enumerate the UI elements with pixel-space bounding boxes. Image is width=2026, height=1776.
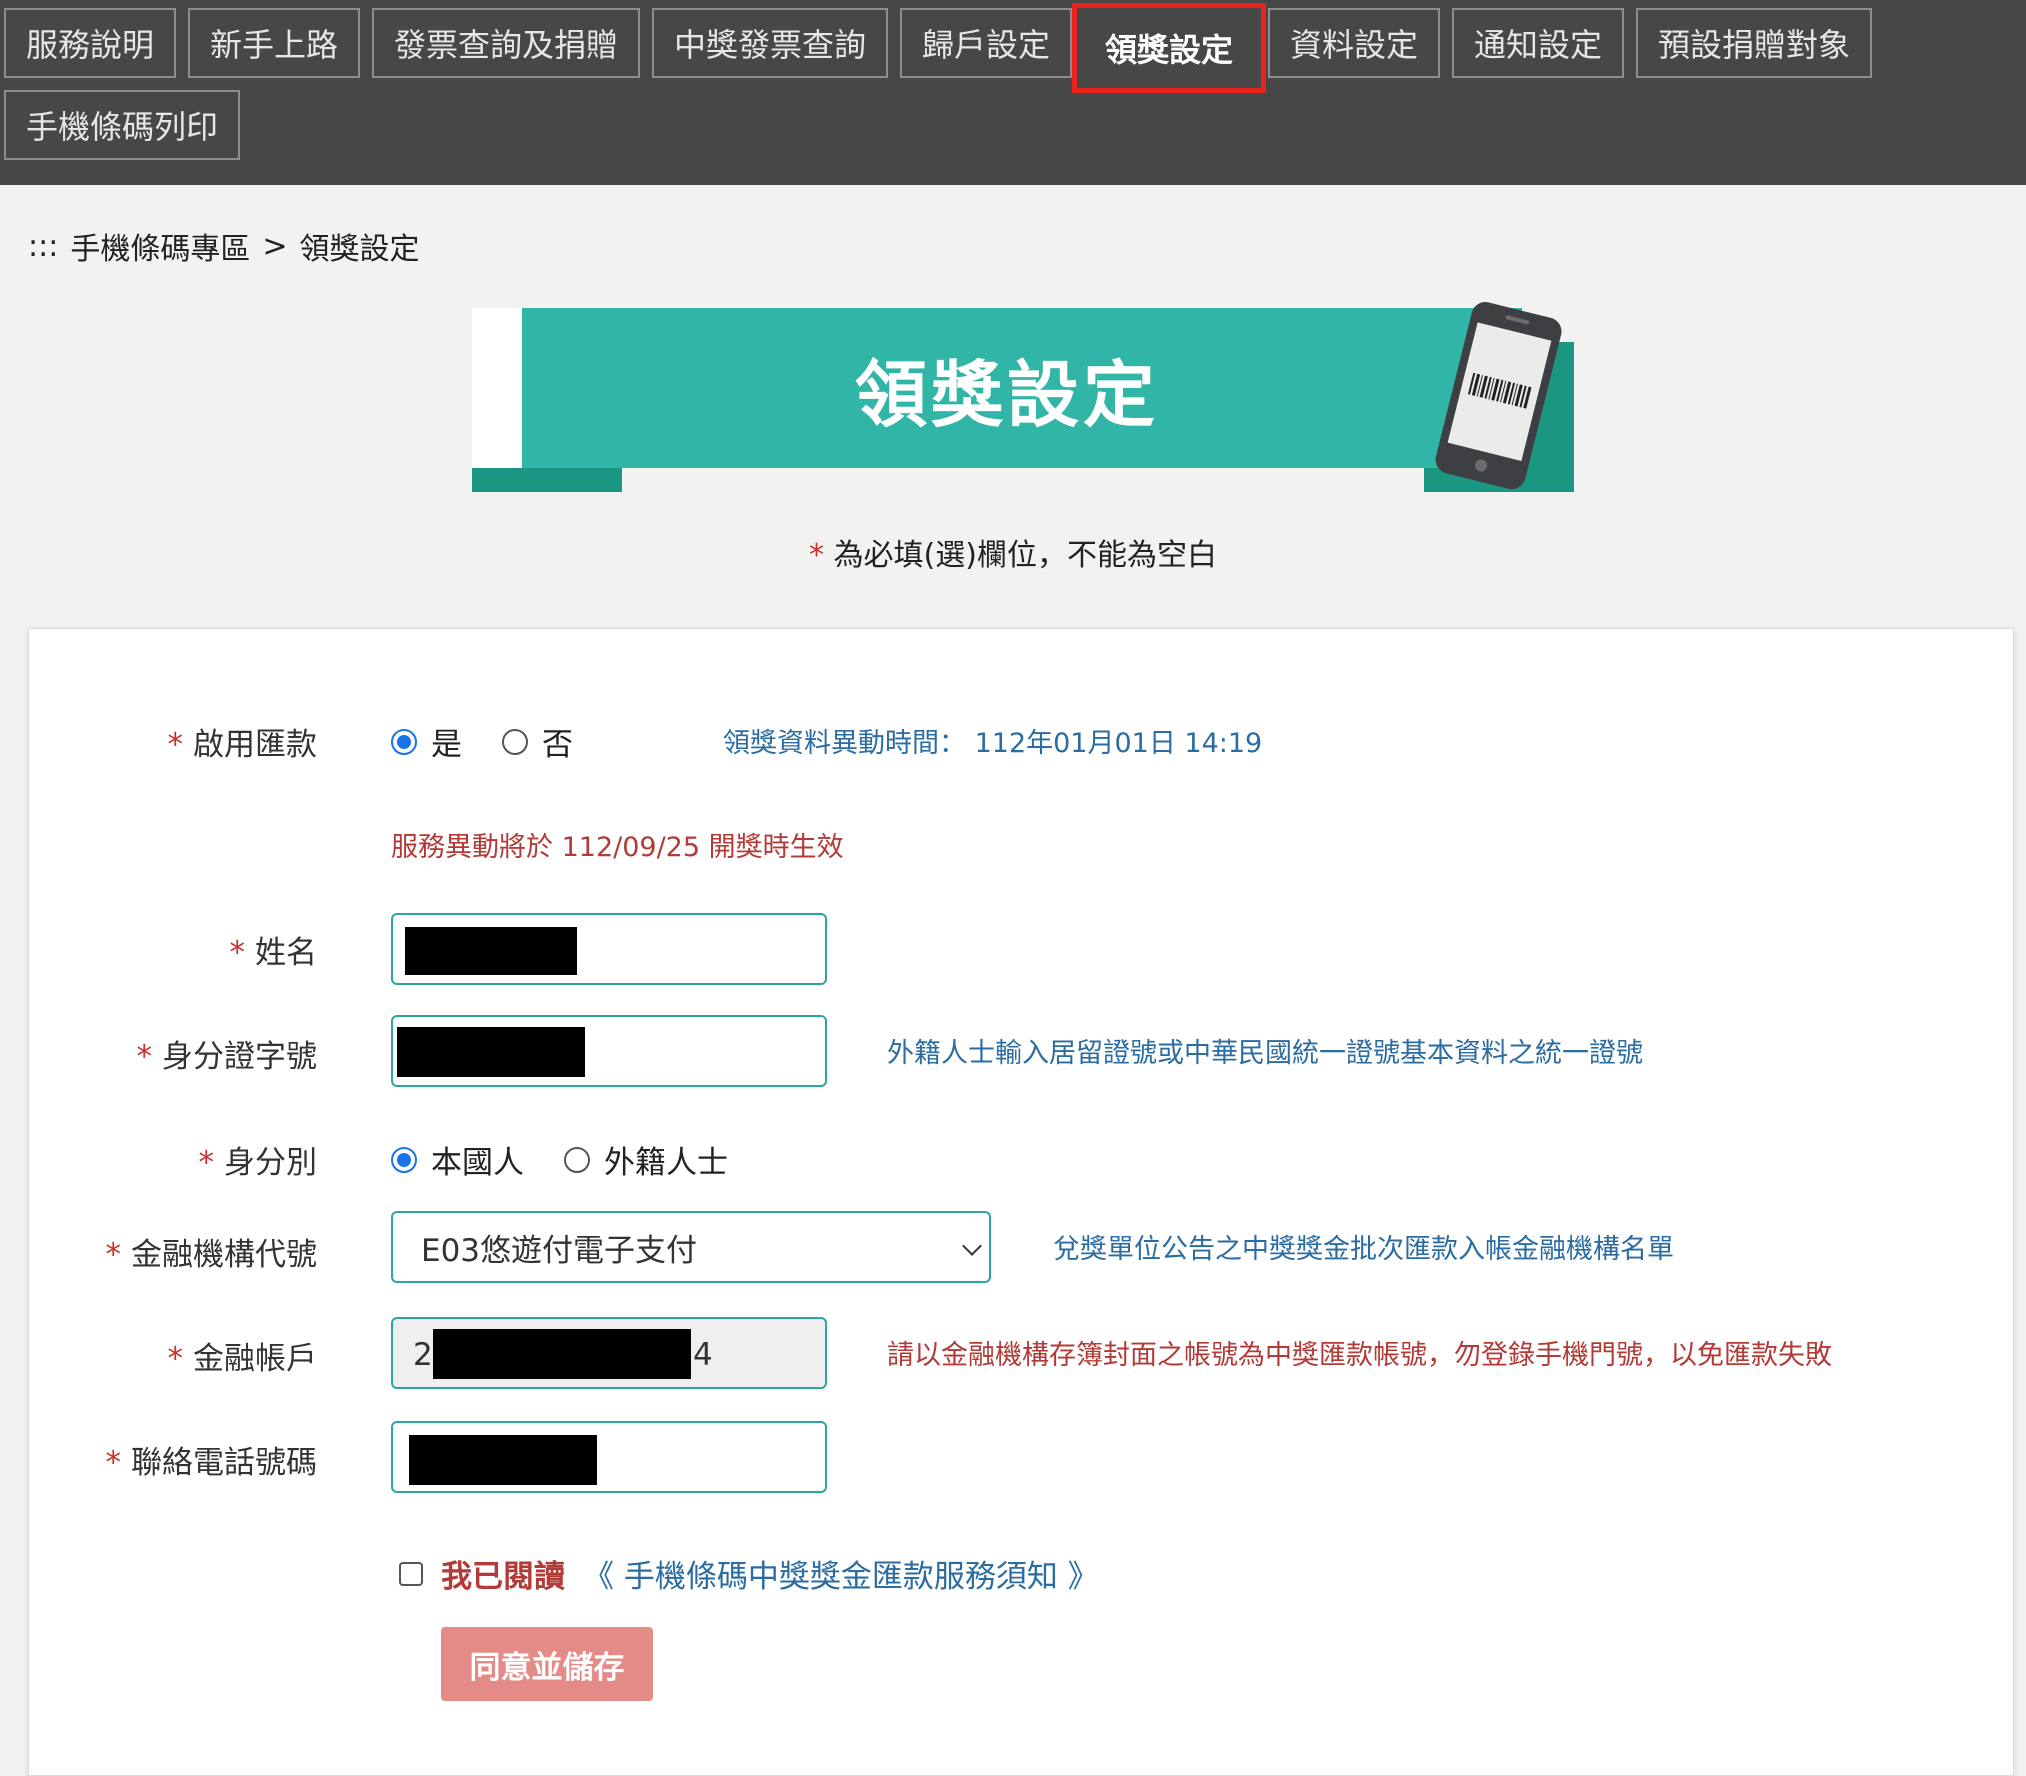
redacted-bank-account bbox=[433, 1329, 691, 1379]
bank-account-label: * 金融帳戶 bbox=[168, 1333, 318, 1378]
bank-code-select[interactable]: E03悠遊付電子支付 bbox=[391, 1211, 991, 1283]
remittance-radio-group: 是 否 bbox=[391, 719, 613, 764]
phone-label-text: 聯絡電話號碼 bbox=[131, 1445, 317, 1481]
remittance-yes-radio[interactable] bbox=[391, 728, 417, 755]
nav-profile-settings[interactable]: 資料設定 bbox=[1268, 8, 1440, 78]
change-time-info: 領獎資料異動時間： 112年01月01日 14:19 bbox=[723, 721, 1262, 760]
top-navigation: 服務說明 新手上路 發票查詢及捐贈 中獎發票查詢 歸戶設定 領獎設定 資料設定 … bbox=[0, 0, 2026, 185]
nav-invoice-query-donate[interactable]: 發票查詢及捐贈 bbox=[372, 8, 640, 78]
nav-service-info[interactable]: 服務說明 bbox=[4, 8, 176, 78]
effective-date-note: 服務異動將於 112/09/25 開獎時生效 bbox=[391, 832, 844, 863]
id-number-label: * 身分證字號 bbox=[137, 1031, 318, 1076]
required-fields-note: * 為必填(選)欄位，不能為空白 bbox=[0, 530, 2026, 574]
nav-notification-settings[interactable]: 通知設定 bbox=[1452, 8, 1624, 78]
required-star: * bbox=[167, 1341, 184, 1377]
required-star: * bbox=[229, 935, 246, 971]
required-star: * bbox=[136, 1039, 153, 1075]
breadcrumb-current: 領獎設定 bbox=[299, 232, 420, 267]
nav-default-donation[interactable]: 預設捐贈對象 bbox=[1636, 8, 1872, 78]
remittance-label-text: 啟用匯款 bbox=[193, 727, 317, 763]
required-star: * bbox=[105, 1445, 122, 1481]
nav-getting-started[interactable]: 新手上路 bbox=[188, 8, 360, 78]
bank-account-hint: 請以金融機構存簿封面之帳號為中獎匯款帳號，勿登錄手機門號，以免匯款失敗 bbox=[887, 1340, 1832, 1371]
nav-barcode-print[interactable]: 手機條碼列印 bbox=[4, 90, 240, 160]
required-note-text: 為必填(選)欄位，不能為空白 bbox=[833, 538, 1217, 573]
chevron-down-icon bbox=[962, 1236, 982, 1256]
identity-local-radio[interactable] bbox=[391, 1146, 417, 1173]
identity-label-text: 身分別 bbox=[224, 1145, 317, 1181]
bank-account-input[interactable]: 2 4 bbox=[391, 1317, 827, 1389]
change-time-label: 領獎資料異動時間： bbox=[723, 728, 966, 759]
agreement-checkbox[interactable] bbox=[399, 1561, 423, 1586]
required-star: * bbox=[198, 1145, 215, 1181]
bank-code-label-text: 金融機構代號 bbox=[131, 1237, 317, 1273]
redacted-id-number bbox=[397, 1027, 585, 1077]
bank-account-start: 2 bbox=[413, 1337, 433, 1373]
page-banner: 領獎設定 bbox=[472, 302, 1574, 493]
remittance-yes-label[interactable]: 是 bbox=[431, 719, 462, 764]
remittance-no-radio[interactable] bbox=[502, 728, 528, 755]
nav-prize-settings[interactable]: 領獎設定 bbox=[1072, 3, 1266, 93]
identity-radio-group: 本國人 外籍人士 bbox=[391, 1137, 768, 1182]
required-star: * bbox=[105, 1237, 122, 1273]
name-label-text: 姓名 bbox=[255, 935, 317, 971]
identity-foreign-radio[interactable] bbox=[564, 1146, 590, 1173]
agreement-row: 我已閱讀 《 手機條碼中獎獎金匯款服務須知 》 bbox=[399, 1551, 1099, 1596]
bank-code-selected: E03悠遊付電子支付 bbox=[421, 1232, 698, 1269]
id-number-label-text: 身分證字號 bbox=[162, 1039, 317, 1075]
breadcrumb-parent[interactable]: 手機條碼專區 bbox=[70, 224, 250, 268]
id-number-input[interactable] bbox=[391, 1015, 827, 1087]
nav-carrier-aggregation[interactable]: 歸戶設定 bbox=[900, 8, 1072, 78]
prize-settings-form: * 啟用匯款 是 否 領獎資料異動時間： 112年01月01日 14:19 服務異… bbox=[28, 628, 2014, 1776]
phone-label: * 聯絡電話號碼 bbox=[106, 1437, 318, 1482]
phone-input[interactable] bbox=[391, 1421, 827, 1493]
banner-panel: 領獎設定 bbox=[522, 308, 1522, 468]
id-number-hint: 外籍人士輸入居留證號或中華民國統一證號基本資料之統一證號 bbox=[887, 1038, 1643, 1069]
remittance-no-label[interactable]: 否 bbox=[542, 719, 573, 764]
required-star: * bbox=[167, 727, 184, 763]
bank-account-end: 4 bbox=[693, 1337, 713, 1373]
breadcrumb-separator: > bbox=[262, 228, 288, 264]
agreement-text[interactable]: 我已閱讀 bbox=[441, 1551, 565, 1596]
breadcrumb-prefix: ::: bbox=[28, 228, 59, 264]
identity-label: * 身分別 bbox=[199, 1137, 318, 1182]
remittance-notice-link[interactable]: 《 手機條碼中獎獎金匯款服務須知 》 bbox=[583, 1551, 1099, 1596]
identity-foreign-label[interactable]: 外籍人士 bbox=[604, 1137, 728, 1182]
name-input[interactable] bbox=[391, 913, 827, 985]
name-label: * 姓名 bbox=[230, 927, 318, 972]
breadcrumb: ::: 手機條碼專區 > 領獎設定 bbox=[28, 224, 419, 268]
agree-and-save-button[interactable]: 同意並儲存 bbox=[441, 1627, 653, 1701]
required-star: * bbox=[809, 538, 825, 573]
change-time-value: 112年01月01日 14:19 bbox=[974, 728, 1263, 759]
phone-barcode-icon bbox=[1435, 302, 1562, 490]
bank-account-label-text: 金融帳戶 bbox=[193, 1341, 317, 1377]
redacted-name bbox=[405, 927, 577, 975]
page-title: 領獎設定 bbox=[854, 352, 1159, 437]
bank-code-label: * 金融機構代號 bbox=[106, 1229, 318, 1274]
nav-winning-invoice-query[interactable]: 中獎發票查詢 bbox=[652, 8, 888, 78]
bank-code-hint: 兌獎單位公告之中獎獎金批次匯款入帳金融機構名單 bbox=[1053, 1234, 1674, 1265]
identity-local-label[interactable]: 本國人 bbox=[431, 1137, 524, 1182]
redacted-phone bbox=[409, 1435, 597, 1485]
remittance-label: * 啟用匯款 bbox=[168, 719, 318, 764]
